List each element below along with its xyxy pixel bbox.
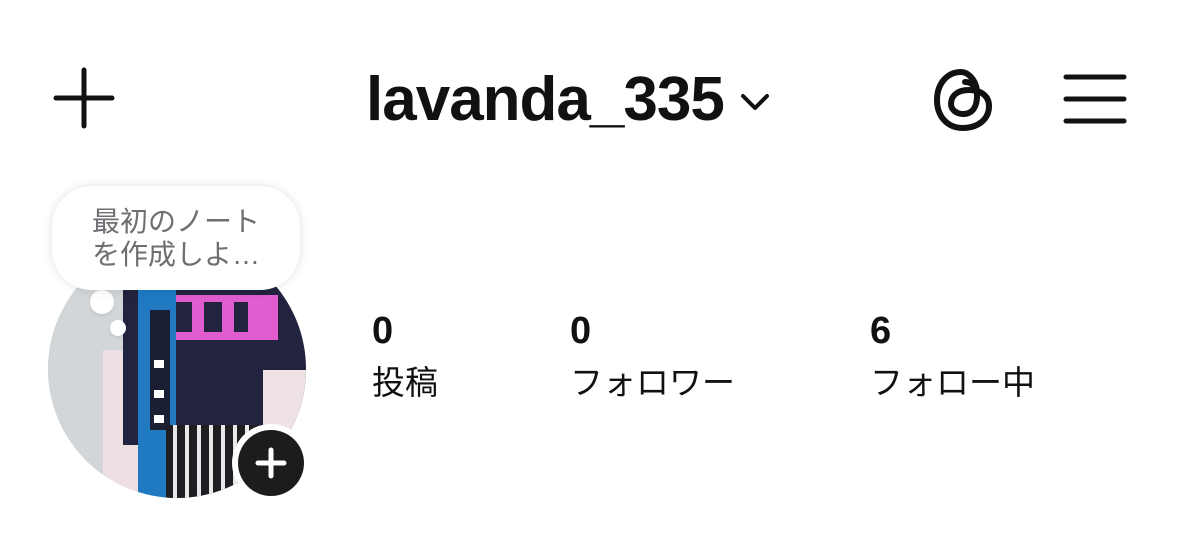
note-bubble-tail	[90, 290, 114, 314]
threads-button[interactable]	[931, 66, 997, 132]
add-story-button[interactable]	[232, 424, 310, 502]
note-placeholder-text: 最初のノート を作成しよ…	[91, 206, 260, 270]
threads-icon	[934, 69, 992, 131]
create-button[interactable]	[52, 66, 116, 130]
add-story-badge	[238, 430, 304, 496]
username-title: lavanda_335	[366, 65, 725, 134]
posts-label: 投稿	[372, 364, 438, 401]
stat-following[interactable]: 6 フォロー中	[870, 312, 1035, 402]
plus-icon	[53, 67, 115, 129]
posts-count: 0	[372, 310, 394, 352]
menu-button[interactable]	[1062, 72, 1128, 126]
note-bubble-tail-small	[110, 320, 126, 336]
chevron-down-icon	[740, 94, 769, 110]
followers-label: フォロワー	[570, 364, 735, 401]
followers-count: 0	[570, 310, 592, 352]
stat-followers[interactable]: 0 フォロワー	[570, 312, 735, 402]
account-switcher[interactable]: lavanda_335	[366, 60, 770, 140]
plus-icon	[255, 447, 287, 479]
stat-posts[interactable]: 0 投稿	[372, 312, 438, 402]
create-note-bubble[interactable]: 最初のノート を作成しよ…	[52, 186, 300, 290]
hamburger-menu-icon	[1063, 74, 1127, 124]
following-count: 6	[870, 310, 892, 352]
following-label: フォロー中	[870, 364, 1035, 401]
